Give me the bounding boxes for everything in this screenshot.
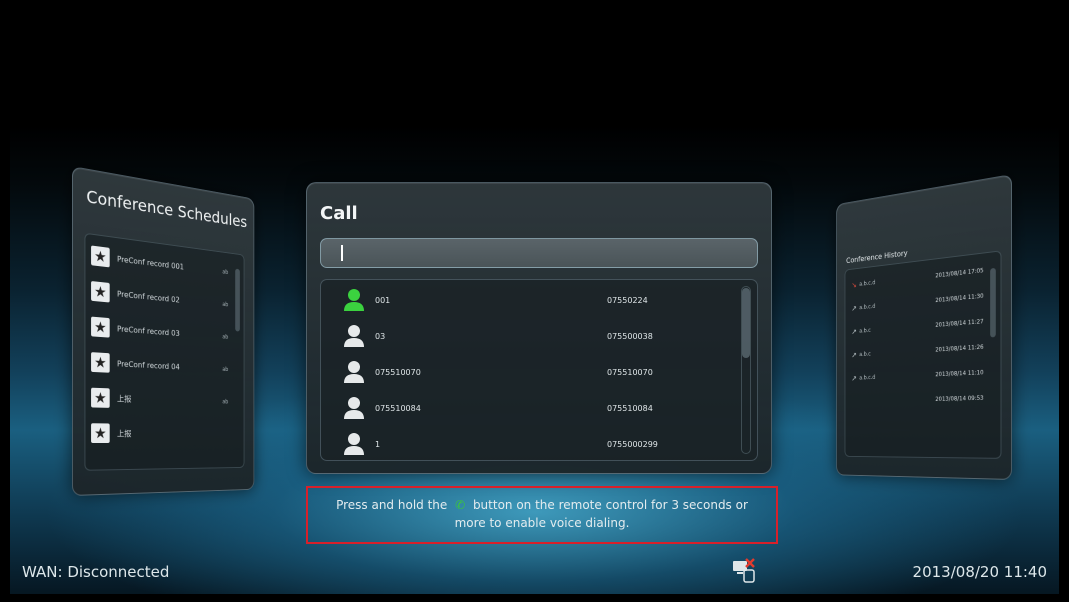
schedule-item-meta: ab: [214, 267, 228, 275]
outgoing-call-icon: ↗: [852, 374, 860, 382]
contact-name: 075510070: [375, 368, 421, 377]
contact-scrollbar-thumb[interactable]: [742, 288, 750, 358]
schedule-item[interactable]: ★ 上报 ab: [91, 383, 228, 415]
schedule-item[interactable]: ★ PreConf record 04 ab: [91, 347, 228, 383]
star-icon: ★: [91, 352, 110, 373]
contact-row[interactable]: 1 0755000299: [321, 426, 733, 462]
avatar-body: [344, 374, 364, 383]
contact-avatar-icon: [343, 360, 365, 384]
conference-history-panel-wrapper: Conference History ↘ a.b.c.d 2013/08/14 …: [806, 174, 1012, 480]
contact-number: 0755000299: [607, 440, 658, 449]
conference-history-panel[interactable]: Conference History ↘ a.b.c.d 2013/08/14 …: [836, 174, 1012, 480]
schedules-scrollbar[interactable]: [235, 269, 240, 332]
dial-input[interactable]: [320, 238, 758, 268]
schedule-item-meta: ab: [214, 300, 228, 308]
schedule-item-name: PreConf record 001: [117, 254, 214, 274]
tip-text-before: Press and hold the: [336, 498, 447, 512]
schedule-item-meta: ab: [214, 398, 228, 405]
avatar-head: [348, 397, 360, 409]
status-datetime: 2013/08/20 11:40: [913, 563, 1047, 581]
avatar-head: [348, 325, 360, 337]
wan-status: WAN: Disconnected: [22, 563, 169, 581]
avatar-body: [344, 338, 364, 347]
schedule-item-meta: ab: [214, 333, 228, 340]
avatar-head: [348, 289, 360, 301]
contact-avatar-icon: [343, 432, 365, 456]
conference-schedules-panel-wrapper: Conference Schedules ★ PreConf record 00…: [72, 166, 286, 496]
contact-list[interactable]: 001 07550224 03 075500038 075510070 0755…: [320, 279, 758, 461]
outgoing-call-icon: ↗: [852, 350, 860, 359]
tip-text-after: button on the remote control for 3 secon…: [473, 498, 748, 512]
avatar-body: [344, 446, 364, 455]
tip-text-line2: more to enable voice dialing.: [455, 516, 630, 530]
outgoing-call-icon: ↗: [852, 303, 860, 312]
history-item[interactable]: 2013/08/14 09:53: [852, 387, 984, 411]
net-monitor-stand: [737, 572, 743, 574]
conference-schedules-list[interactable]: ★ PreConf record 001 ab ★ PreConf record…: [84, 233, 244, 471]
schedule-item-name: PreConf record 03: [117, 324, 214, 340]
history-item[interactable]: ↗ a.b.c.d 2013/08/14 11:10: [852, 361, 984, 387]
contact-row[interactable]: 03 075500038: [321, 318, 733, 354]
star-icon: ★: [91, 245, 110, 267]
history-item-name: a.b.c.d: [859, 371, 935, 381]
star-icon: ★: [91, 423, 110, 443]
contact-name: 1: [375, 440, 380, 449]
net-x-mark: [746, 559, 754, 567]
contact-row[interactable]: 001 07550224: [321, 282, 733, 318]
avatar-head: [348, 361, 360, 373]
star-icon: ★: [91, 317, 110, 338]
text-cursor: [341, 245, 343, 261]
contact-number: 075500038: [607, 332, 653, 341]
net-device-shape: [744, 570, 754, 582]
contact-avatar-icon: [343, 396, 365, 420]
phone-icon: ✆: [451, 496, 469, 514]
contact-name: 03: [375, 332, 385, 341]
star-icon: ★: [91, 388, 110, 408]
call-panel: Call 001 07550224 03 075500038 075510070…: [306, 182, 772, 474]
history-item-name: [859, 399, 935, 401]
avatar-body: [344, 302, 364, 311]
history-scrollbar[interactable]: [990, 268, 996, 338]
contact-number: 075510084: [607, 404, 653, 413]
schedule-item-name: 上报: [117, 428, 214, 439]
avatar-body: [344, 410, 364, 419]
contact-avatar-icon: [343, 288, 365, 312]
history-item-name: a.b.c: [859, 346, 935, 357]
history-item-time: 2013/08/14 09:53: [935, 394, 983, 402]
history-item-name: a.b.c: [859, 322, 935, 334]
outgoing-call-icon: ↗: [852, 327, 860, 336]
conference-schedules-panel[interactable]: Conference Schedules ★ PreConf record 00…: [72, 166, 254, 496]
schedule-item-meta: ab: [214, 365, 228, 372]
contact-row[interactable]: 075510070 075510070: [321, 354, 733, 390]
voice-dialing-tip: Press and hold the ✆ button on the remot…: [306, 486, 778, 544]
history-item-name: a.b.c.d: [859, 272, 935, 287]
network-disconnected-icon[interactable]: [732, 558, 758, 584]
history-item[interactable]: ↗ a.b.c 2013/08/14 11:26: [852, 336, 984, 365]
history-item-time: 2013/08/14 11:27: [935, 318, 983, 329]
contact-number: 075510070: [607, 368, 653, 377]
conference-history-list[interactable]: ↘ a.b.c.d 2013/08/14 17:05 ↗ a.b.c.d 201…: [845, 250, 1002, 459]
call-title: Call: [320, 203, 358, 224]
contact-number: 07550224: [607, 296, 648, 305]
schedule-item-name: 上报: [117, 393, 214, 406]
schedule-item[interactable]: ★ PreConf record 03 ab: [91, 312, 228, 351]
missed-call-icon: ↘: [852, 280, 860, 289]
schedule-item-name: PreConf record 04: [117, 359, 214, 373]
star-icon: ★: [91, 281, 110, 302]
contact-name: 001: [375, 296, 390, 305]
conference-schedules-title: Conference Schedules: [86, 187, 247, 232]
history-item-name: a.b.c.d: [859, 297, 935, 311]
avatar-head: [348, 433, 360, 445]
contact-avatar-icon: [343, 324, 365, 348]
history-item-time: 2013/08/14 17:05: [935, 267, 983, 279]
contact-row[interactable]: 075510084 075510084: [321, 390, 733, 426]
contact-name: 075510084: [375, 404, 421, 413]
screen: Conference Schedules ★ PreConf record 00…: [10, 8, 1059, 594]
history-item-time: 2013/08/14 11:26: [935, 343, 983, 353]
schedule-item-name: PreConf record 02: [117, 289, 214, 307]
history-item-time: 2013/08/14 11:10: [935, 369, 983, 378]
schedule-item[interactable]: ★ 上报: [91, 418, 228, 448]
history-item-time: 2013/08/14 11:30: [935, 292, 983, 303]
